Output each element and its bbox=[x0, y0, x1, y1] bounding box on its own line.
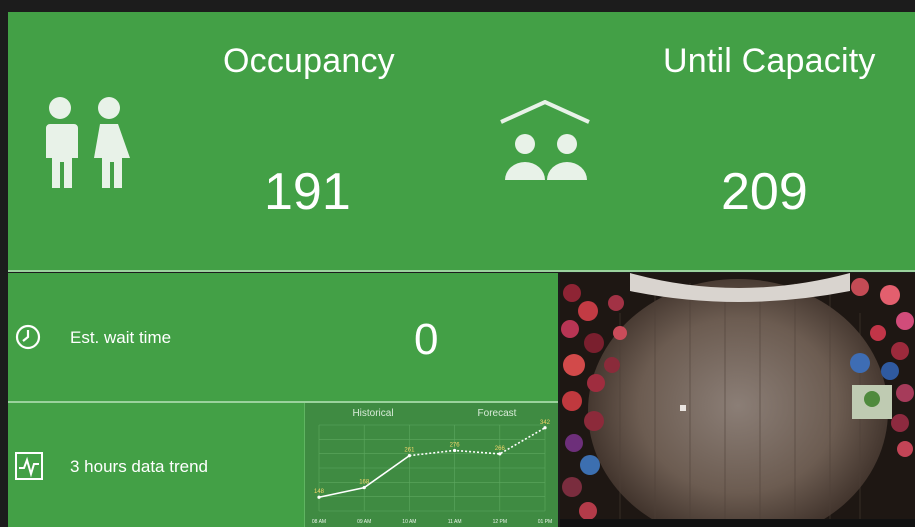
house-people-icon bbox=[497, 99, 593, 193]
chart-point bbox=[543, 426, 547, 430]
trend-chart: Historical Forecast 148 168 261 276 266 342 08 A… bbox=[304, 403, 558, 527]
chart-data-label: 148 bbox=[314, 489, 325, 495]
divider-top bbox=[8, 270, 915, 272]
chart-point bbox=[407, 454, 411, 458]
trend-icon bbox=[14, 451, 44, 486]
camera-feed bbox=[560, 273, 915, 527]
chart-x-tick-label: 09 AM bbox=[357, 519, 371, 525]
chart-data-label: 266 bbox=[495, 446, 506, 452]
occupancy-value: 191 bbox=[264, 163, 351, 221]
capacity-value: 209 bbox=[721, 163, 808, 221]
camera-image bbox=[560, 273, 915, 527]
chart-point bbox=[453, 448, 457, 453]
chart-x-tick-label: 11 AM bbox=[448, 519, 462, 525]
wait-time-label: Est. wait time bbox=[70, 328, 172, 347]
trend-label: 3 hours data trend bbox=[70, 457, 208, 476]
people-icon bbox=[36, 96, 136, 197]
chart-data-label: 261 bbox=[404, 448, 415, 454]
chart-section-forecast: Forecast bbox=[478, 408, 517, 419]
occupancy-title: Occupancy bbox=[223, 42, 395, 80]
chart-series-forecast bbox=[409, 427, 546, 457]
chart-x-tick-label: 01 PM bbox=[538, 519, 552, 525]
trend-panel: 3 hours data trend bbox=[8, 403, 304, 527]
clock-icon bbox=[14, 323, 42, 356]
chart-data-label: 168 bbox=[359, 480, 370, 486]
chart-data-label: 276 bbox=[450, 442, 461, 448]
chart-point bbox=[362, 486, 366, 490]
wait-time-value: 0 bbox=[414, 315, 439, 364]
trend-chart-svg: Historical Forecast 148 168 261 276 266 342 08 A… bbox=[312, 408, 552, 525]
dashboard-screen: Occupancy 191 Until Capacity 209 Est. wa… bbox=[0, 0, 915, 527]
chart-point bbox=[498, 452, 502, 456]
capacity-title: Until Capacity bbox=[663, 42, 876, 80]
chart-x-tick-label: 12 PM bbox=[493, 519, 507, 525]
chart-x-tick-label: 10 AM bbox=[402, 519, 416, 525]
top-metrics-panel: Occupancy 191 Until Capacity 209 bbox=[8, 12, 915, 270]
chart-x-tick-label: 08 AM bbox=[312, 519, 326, 525]
chart-point bbox=[317, 495, 321, 499]
chart-section-historical: Historical bbox=[352, 408, 393, 419]
wait-time-panel: Est. wait time 0 bbox=[8, 273, 558, 401]
chart-data-label: 342 bbox=[540, 420, 551, 426]
